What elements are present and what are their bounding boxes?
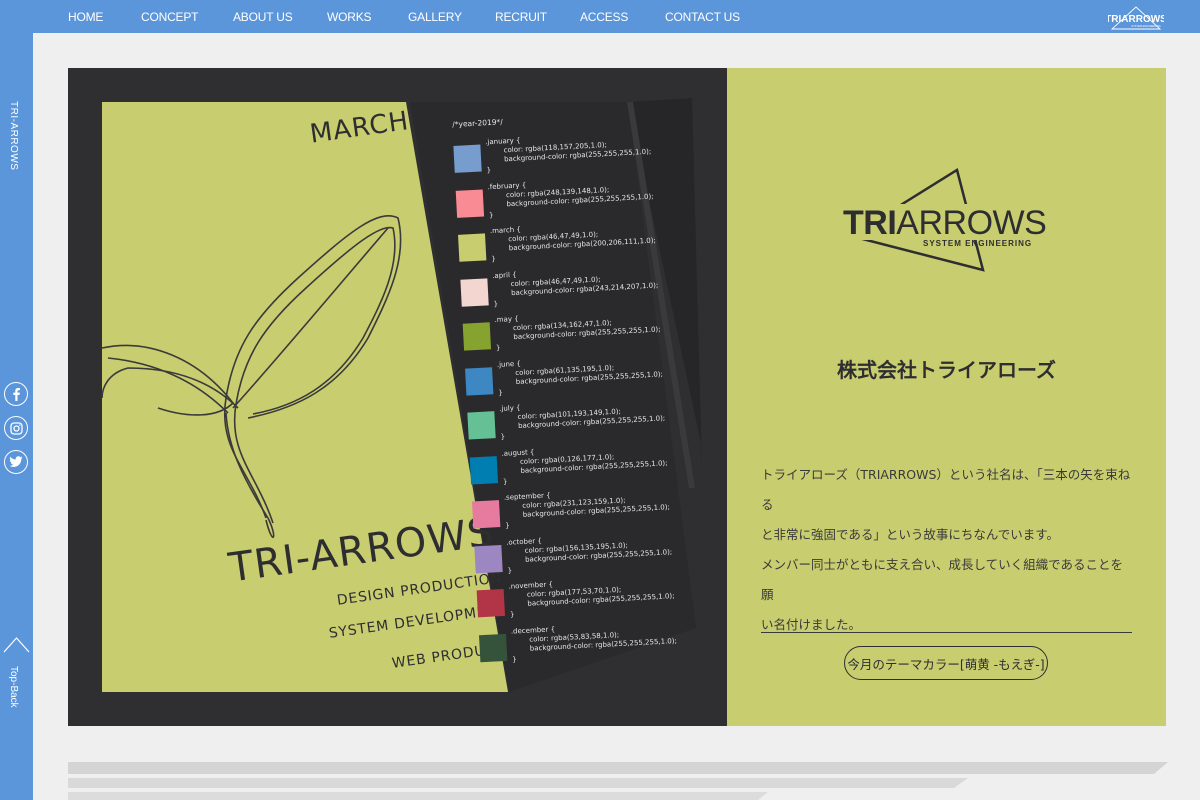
- code-brace: }: [509, 610, 515, 619]
- color-swatch-july: [467, 411, 496, 440]
- desc-line-1: トライアローズ（TRIARROWS）という社名は、「三本の矢を束ねる: [761, 467, 1131, 512]
- desc-line-3: メンバー同士がともに支え合い、成長していく組織であることを願: [761, 557, 1124, 602]
- color-swatch-november: [476, 588, 506, 618]
- code-brace: }: [500, 432, 506, 441]
- code-brace: }: [507, 565, 513, 575]
- color-swatch-december: [478, 633, 508, 662]
- code-selector: .june {: [496, 359, 522, 369]
- code-brace: }: [498, 388, 503, 397]
- nav-recruit[interactable]: RECRUIT: [495, 10, 547, 24]
- code-brace: }: [491, 254, 497, 264]
- hero-poster: MARCH TRI-ARROWS DESIGN PRODUCTION SYSTE…: [68, 68, 727, 726]
- top-back-button[interactable]: Top-Back: [8, 666, 19, 708]
- color-swatch-june: [465, 366, 494, 396]
- code-selector: .july {: [498, 403, 521, 413]
- nav-contact-us[interactable]: CONTACT US: [665, 10, 740, 24]
- code-brace: }: [495, 343, 501, 353]
- nav-logo-subtext: SYSTEM ENGINEERING: [1131, 24, 1161, 28]
- nav-concept[interactable]: CONCEPT: [141, 10, 198, 24]
- color-swatch-february: [455, 188, 485, 218]
- nav-about-us[interactable]: ABOUT US: [233, 10, 293, 24]
- nav-access[interactable]: ACCESS: [580, 10, 628, 24]
- code-brace: }: [505, 521, 510, 530]
- twitter-icon[interactable]: [4, 450, 28, 474]
- desc-line-4: い名付けました。: [761, 617, 862, 632]
- facebook-icon[interactable]: [4, 382, 28, 406]
- logo-subtitle: SYSTEM ENGINEERING: [923, 239, 1032, 248]
- top-navigation: HOME CONCEPT ABOUT US WORKS GALLERY RECR…: [0, 0, 1200, 33]
- sidebar-brand: TRI-ARROWS: [8, 101, 19, 171]
- svg-text:TRIARROWS: TRIARROWS: [843, 204, 1046, 242]
- code-header: /*year-2019*/: [452, 117, 504, 129]
- logo-arrows: ARROWS: [896, 204, 1046, 242]
- code-brace: }: [502, 477, 508, 486]
- top-back-arrow-icon[interactable]: [3, 632, 30, 662]
- color-swatch-october: [474, 544, 503, 573]
- bottom-decorative-stripes: [68, 762, 1168, 800]
- code-selector: .march {: [489, 225, 522, 236]
- css-code-block: /*year-2019*/ .january {color: rgba(118,…: [452, 106, 727, 709]
- code-selector: .april {: [491, 270, 517, 280]
- color-swatch-august: [469, 455, 499, 485]
- color-swatch-january: [453, 144, 482, 173]
- company-logo: TRIARROWS SYSTEM ENGINEERING: [839, 168, 1049, 272]
- left-sidebar: TRI-ARROWS Top-Back: [0, 33, 33, 800]
- info-divider: [761, 632, 1132, 633]
- company-description: トライアローズ（TRIARROWS）という社名は、「三本の矢を束ねる と非常に強…: [761, 460, 1133, 640]
- nav-home[interactable]: HOME: [68, 10, 103, 24]
- code-brace: }: [493, 299, 499, 308]
- desc-line-2: と非常に強固である」という故事にちなんでいます。: [761, 527, 1060, 542]
- company-name: 株式会社トライアローズ: [837, 358, 1056, 382]
- nav-logo-text: TRIARROWS: [1108, 14, 1164, 25]
- nav-gallery[interactable]: GALLERY: [408, 10, 462, 24]
- code-brace: }: [488, 210, 494, 219]
- nav-works[interactable]: WORKS: [327, 10, 372, 24]
- logo-tri: TRI: [843, 204, 896, 242]
- code-brace: }: [486, 166, 492, 175]
- color-swatch-march: [458, 233, 487, 262]
- color-swatch-may: [462, 322, 492, 351]
- instagram-icon[interactable]: [4, 416, 28, 440]
- code-brace: }: [512, 654, 517, 664]
- theme-color-button[interactable]: 今月のテーマカラー[萌黄 -もえぎ-]: [844, 646, 1048, 680]
- nav-logo[interactable]: TRIARROWS SYSTEM ENGINEERING: [1108, 6, 1164, 30]
- color-swatch-april: [460, 277, 489, 307]
- company-info-panel: TRIARROWS SYSTEM ENGINEERING 株式会社トライアローズ…: [727, 68, 1166, 726]
- code-selector: .may {: [494, 314, 519, 325]
- color-swatch-september: [471, 500, 501, 529]
